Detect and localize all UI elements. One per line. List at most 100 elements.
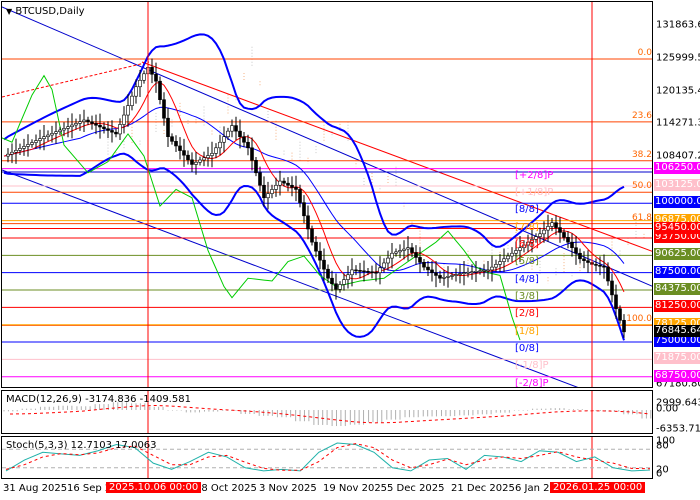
candle-body: [546, 226, 550, 231]
stochastic-title: Stoch(5,3,3) 12.7103 17.0063: [6, 440, 157, 451]
candle-body: [254, 159, 258, 174]
candle-body: [18, 148, 22, 151]
candle-body: [242, 136, 246, 143]
murrey-level-label: [-2/8]P: [515, 377, 549, 388]
candle-body: [622, 319, 626, 333]
candle-body: [598, 264, 602, 267]
fibonacci-level-label: 38.2: [631, 149, 652, 160]
candle-body: [178, 145, 182, 151]
candle-body: [282, 180, 286, 184]
candle-body: [574, 247, 578, 254]
candle-body: [390, 252, 394, 259]
candle-body: [366, 270, 370, 273]
symbol-title[interactable]: ▼ BTCUSD,Daily: [6, 6, 85, 17]
price-level-badge: 103125.00: [654, 178, 700, 191]
candle-body: [382, 262, 386, 269]
candle-body: [286, 182, 290, 186]
candle-body: [270, 189, 274, 194]
main-price-chart[interactable]: ▼ BTCUSD,Daily [+2/8]P [+1/8]P [8/8] [7/8] […: [1, 1, 653, 388]
candle-body: [74, 123, 78, 126]
price-level-badge: 81250.00: [654, 300, 700, 313]
candle-body: [466, 271, 470, 274]
candle-body: [238, 130, 242, 137]
candle-body: [154, 73, 158, 82]
price-tick-label: 114271.30: [656, 117, 700, 129]
murrey-level-label: [0/8]: [515, 343, 539, 355]
candle-body: [226, 130, 230, 137]
date-marker-label: 2026.01.25 00:00: [550, 482, 646, 493]
candle-body: [550, 222, 554, 227]
candle-body: [398, 250, 402, 253]
fibonacci-level-label: 23.6: [631, 110, 652, 121]
candle-body: [406, 247, 410, 250]
candle-body: [182, 150, 186, 156]
candle-body: [70, 124, 74, 128]
candle-body: [346, 274, 350, 280]
candle-body: [198, 159, 202, 163]
candle-body: [26, 144, 30, 147]
candle-body: [58, 129, 62, 133]
candle-body: [418, 257, 422, 263]
candle-body: [234, 125, 238, 132]
candle-body: [314, 241, 318, 252]
candle-body: [186, 154, 190, 161]
candle-body: [394, 251, 398, 254]
price-chart-canvas: [2, 2, 652, 387]
candle-body: [450, 275, 454, 277]
candle-body: [230, 125, 234, 132]
murrey-level-label: [1/8]: [515, 325, 539, 337]
price-level-badge: 87500.00: [654, 265, 700, 278]
stoch-tick-label: 80: [656, 440, 669, 452]
candle-body: [34, 140, 38, 143]
candle-body: [90, 121, 94, 124]
candle-body: [122, 114, 126, 125]
candle-body: [298, 189, 302, 203]
candle-body: [446, 276, 450, 278]
candle-body: [46, 134, 50, 138]
candle-body: [506, 255, 510, 260]
candle-body: [490, 266, 494, 271]
candle-body: [558, 227, 562, 233]
trend-line-dashed: [2, 61, 150, 98]
date-tick-label: 3 Nov 2025: [259, 483, 317, 494]
stoch-tick-label: 0: [656, 468, 663, 480]
candle-body: [594, 264, 598, 266]
dropdown-triangle-icon[interactable]: ▼: [6, 7, 12, 16]
candle-body: [430, 269, 434, 273]
candle-body: [610, 280, 614, 296]
candle-body: [342, 279, 346, 285]
candle-body: [14, 149, 18, 153]
candle-body: [326, 268, 330, 279]
macd-panel[interactable]: MACD(12,26,9) -3174.836 -1409.581: [1, 390, 653, 434]
candle-body: [174, 141, 178, 147]
candle-body: [554, 222, 558, 228]
candle-body: [86, 119, 90, 123]
candle-body: [414, 252, 418, 258]
murrey-level-label: [-1/8]P: [515, 360, 549, 372]
date-tick-label: 31 Aug 2025: [3, 483, 68, 494]
candle-body: [82, 119, 86, 123]
candle-body: [158, 80, 162, 100]
candle-body: [586, 260, 590, 263]
candle-body: [294, 187, 298, 190]
candle-body: [222, 136, 226, 143]
price-level-badge: 84375.00: [654, 283, 700, 296]
candle-body: [290, 184, 294, 188]
candle-body: [302, 202, 306, 217]
candle-body: [98, 124, 102, 128]
candle-body: [318, 250, 322, 261]
candle-body: [562, 232, 566, 238]
candle-body: [22, 146, 26, 149]
price-level-badge: 68750.00: [654, 369, 700, 382]
candle-body: [210, 153, 214, 156]
candle-body: [214, 147, 218, 154]
date-tick-label: 5 Dec 2025: [387, 483, 445, 494]
candle-body: [614, 294, 618, 310]
candle-body: [514, 250, 518, 254]
candle-body: [306, 215, 310, 230]
candle-body: [262, 184, 266, 199]
price-tick-label: 131863.60: [656, 19, 700, 31]
stochastic-panel[interactable]: Stoch(5,3,3) 12.7103 17.0063: [1, 436, 653, 479]
candle-body: [578, 252, 582, 260]
candle-body: [434, 272, 438, 276]
